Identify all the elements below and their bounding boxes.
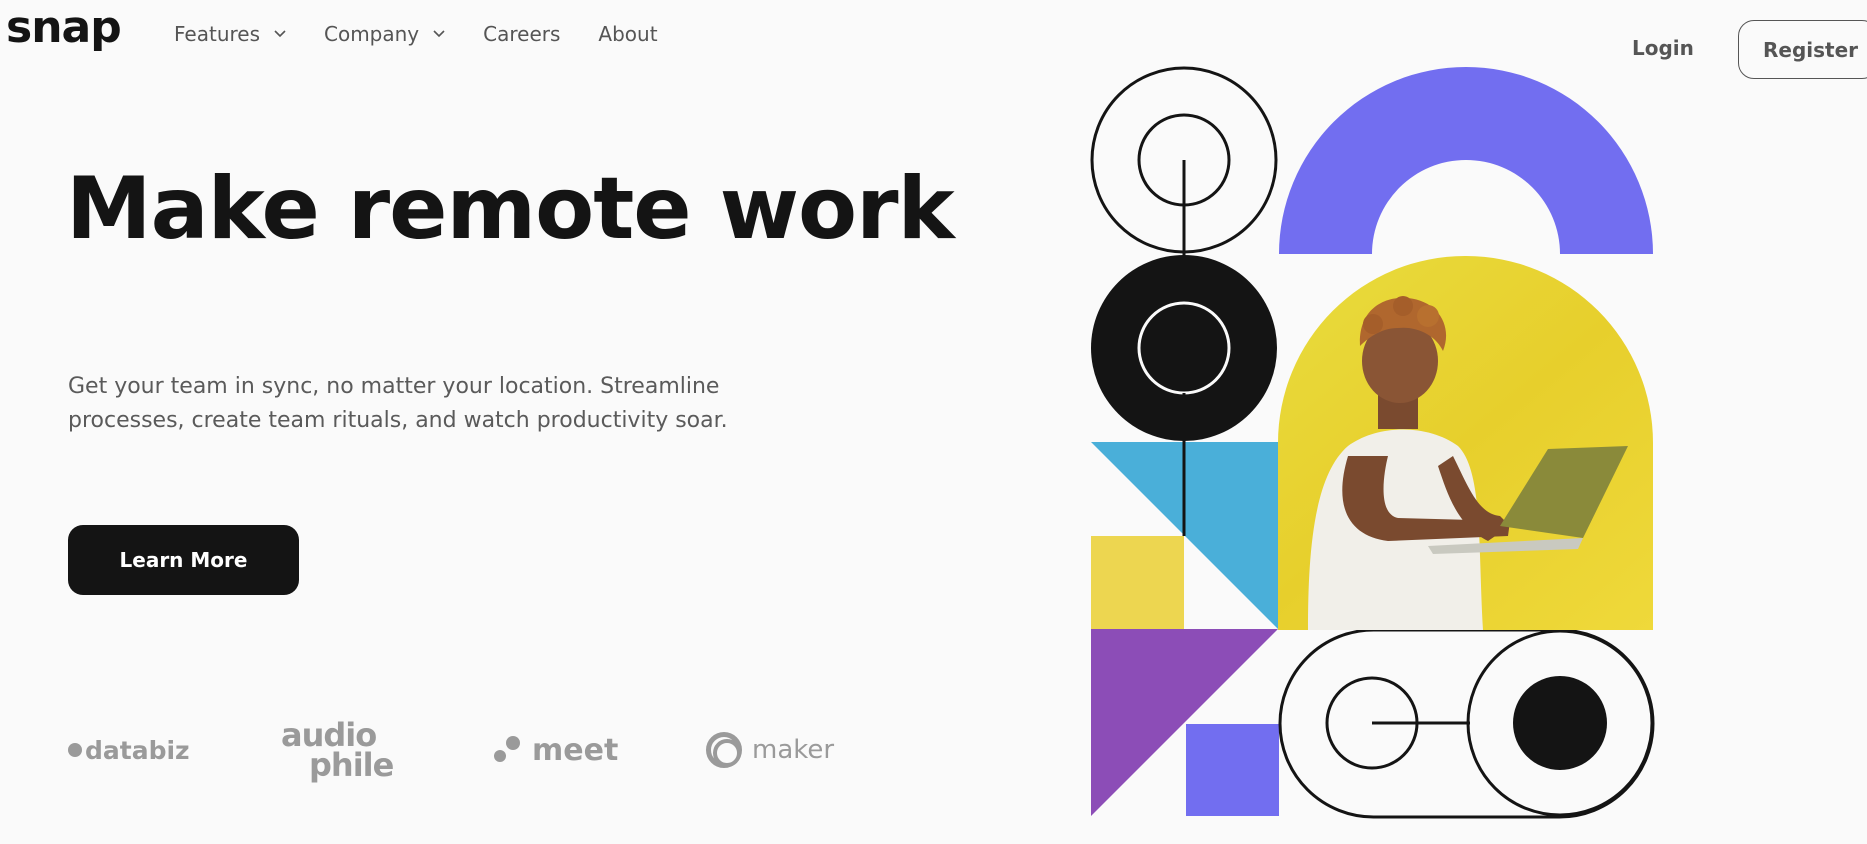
chevron-down-icon [433,30,445,38]
nav-item-label: About [598,22,658,46]
hero-description: Get your team in sync, no matter your lo… [68,374,728,433]
purple-square-shape [1186,724,1279,816]
maker-wordmark: maker [752,735,835,765]
databiz-dot-icon [68,743,82,757]
client-logos: databiz audio phile meet maker [68,719,834,784]
chevron-down-icon [274,30,286,38]
nav-item-label: Careers [483,22,561,46]
nav-item-company[interactable]: Company [324,22,445,46]
nav-item-label: Features [174,22,260,46]
main-nav: Features Company Careers About [174,22,658,46]
nav-item-label: Company [324,22,420,46]
meet-wordmark: meet [532,732,619,768]
login-button[interactable]: Login [1632,36,1694,60]
register-button[interactable]: Register [1738,20,1867,79]
audiophile-wordmark-bottom: phile [309,746,394,784]
logo[interactable]: snap [6,6,122,50]
purple-arch-shape [1279,67,1653,254]
yellow-square-shape [1091,536,1184,629]
meet-logo: meet [494,733,706,768]
nav-item-careers[interactable]: Careers [483,22,560,46]
hero-title: Make remote work [66,159,955,259]
maker-logo: maker [706,732,834,768]
databiz-logo: databiz [68,736,281,765]
maker-ring-icon [706,732,742,768]
hero-illustration [1090,66,1656,820]
databiz-wordmark: databiz [85,735,190,765]
nav-item-features[interactable]: Features [174,22,286,46]
learn-more-button[interactable]: Learn More [68,525,299,595]
person-with-laptop-image [1278,256,1653,630]
meet-dots-icon [494,736,524,764]
nav-item-about[interactable]: About [598,22,657,46]
audiophile-logo: audio phile [281,719,494,784]
person-illustration [1308,296,1628,630]
